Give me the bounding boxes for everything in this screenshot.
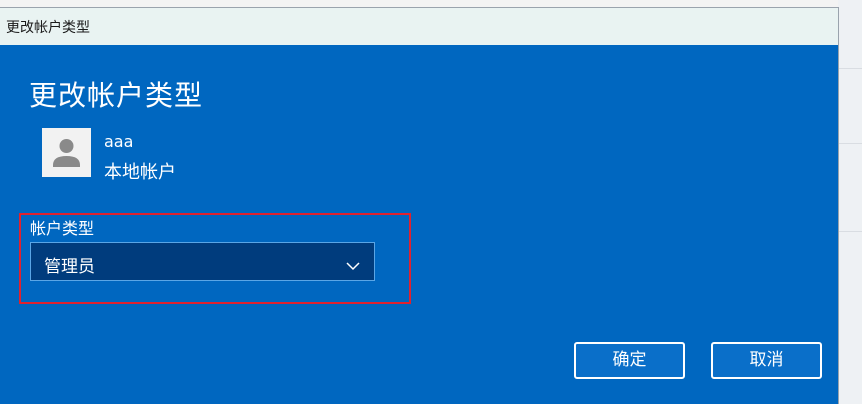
dialog-heading: 更改帐户类型 xyxy=(29,79,204,112)
background-divider xyxy=(838,231,862,232)
account-type-label: 帐户类型 xyxy=(30,219,95,238)
user-avatar-icon xyxy=(42,128,91,177)
cancel-button[interactable]: 取消 xyxy=(711,342,822,379)
ok-button[interactable]: 确定 xyxy=(574,342,685,379)
chevron-down-icon xyxy=(346,256,360,275)
window-title: 更改帐户类型 xyxy=(6,20,90,36)
account-type-select[interactable]: 管理员 xyxy=(30,242,375,281)
background-divider xyxy=(838,68,862,69)
account-type-selected-value: 管理员 xyxy=(44,257,95,277)
window-titlebar[interactable]: 更改帐户类型 xyxy=(0,8,838,45)
background-window xyxy=(838,0,862,404)
user-name: aaa xyxy=(104,132,134,151)
user-account-kind: 本地帐户 xyxy=(104,162,176,183)
change-account-type-dialog: 更改帐户类型 更改帐户类型 aaa 本地帐户 帐户类型 管理员 确定 取消 xyxy=(0,8,838,404)
background-divider xyxy=(838,143,862,144)
